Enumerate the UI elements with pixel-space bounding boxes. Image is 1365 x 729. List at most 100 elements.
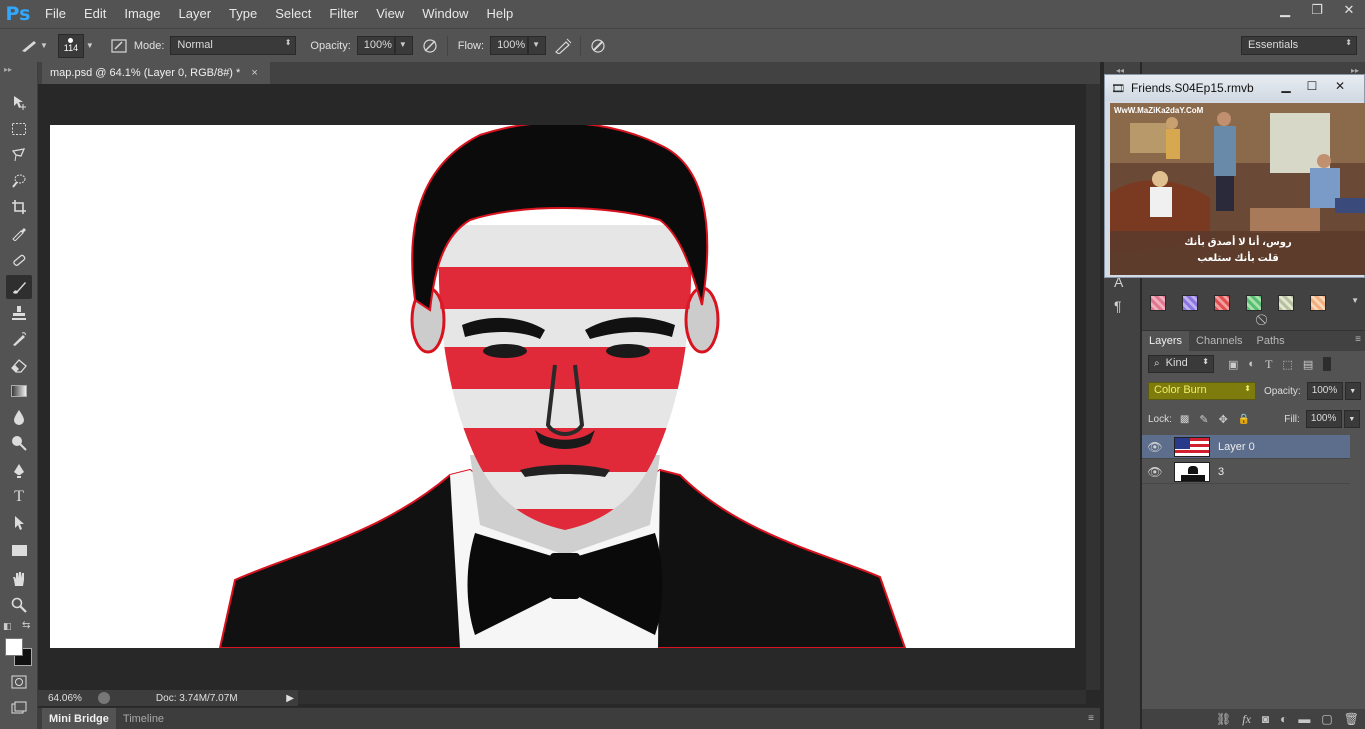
layer-name[interactable]: 3 [1218,466,1224,478]
video-minimize-button[interactable]: ▁ [1274,78,1298,94]
mode-select[interactable]: Normal ⬍ [170,36,297,55]
flow-input[interactable]: 100% [490,36,529,55]
tab-paths[interactable]: Paths [1250,331,1292,351]
dodge-tool-icon[interactable] [6,431,32,455]
menu-select[interactable]: Select [266,0,320,28]
brush-panel-toggle-icon[interactable] [108,35,130,57]
tab-mini-bridge[interactable]: Mini Bridge [42,707,116,729]
document-canvas[interactable] [50,125,1075,648]
vertical-scrollbar[interactable] [1086,84,1100,690]
hand-tool-icon[interactable] [6,567,32,591]
link-layers-icon[interactable]: ⛓ [1216,712,1231,726]
quick-selection-tool-icon[interactable] [6,169,32,193]
add-mask-icon[interactable]: ◙ [1262,712,1269,726]
style-swatch[interactable] [1278,295,1294,311]
eraser-tool-icon[interactable] [6,353,32,377]
collapse-arrows-icon[interactable]: ▸▸ [4,65,12,74]
chevron-down-icon[interactable]: ▼ [1344,382,1361,400]
opacity-dropdown[interactable]: ▼ [394,36,413,55]
restore-button[interactable]: ❐ [1301,0,1333,20]
brush-tool-icon[interactable] [6,275,32,299]
workspace-select[interactable]: Essentials ⬍ [1241,36,1357,55]
filter-shape-icon[interactable]: ⬚ [1282,358,1292,371]
path-selection-tool-icon[interactable] [6,511,32,535]
filter-smart-object-icon[interactable]: ▤ [1303,358,1313,371]
filter-pixel-icon[interactable]: ▣ [1228,358,1238,371]
minimize-button[interactable]: ▁ [1269,0,1301,20]
video-player-window[interactable]: 🎞 Friends.S04Ep15.rmvb ▁ ☐ ✕ WwW.MaZiKa2… [1104,74,1365,278]
visibility-eye-icon[interactable]: 👁 [1142,440,1168,454]
brush-size-picker[interactable]: 114 [57,33,84,58]
paragraph-panel-icon[interactable]: ¶ [1114,298,1122,314]
pen-tool-icon[interactable] [6,459,32,483]
layer-row[interactable]: 👁 3 [1142,460,1350,484]
filter-adjustment-icon[interactable]: ◐ [1248,358,1255,370]
new-group-icon[interactable]: ▬ [1298,712,1310,726]
pressure-size-icon[interactable] [587,35,609,57]
lock-all-icon[interactable]: 🔒 [1238,414,1250,425]
screen-mode-icon[interactable] [6,696,32,720]
eyedropper-tool-icon[interactable] [6,221,32,245]
visibility-eye-icon[interactable]: 👁 [1142,465,1168,479]
opacity-input[interactable]: 100% [356,36,395,55]
lasso-tool-icon[interactable] [6,143,32,167]
style-swatch[interactable] [1150,295,1166,311]
style-swatch[interactable] [1310,295,1326,311]
airbrush-icon[interactable] [552,35,574,57]
clone-stamp-tool-icon[interactable] [6,301,32,325]
layer-name[interactable]: Layer 0 [1218,441,1255,453]
video-maximize-button[interactable]: ☐ [1300,78,1324,94]
horizontal-scrollbar[interactable] [298,690,1086,704]
video-title-bar[interactable]: 🎞 Friends.S04Ep15.rmvb [1105,75,1364,101]
menu-layer[interactable]: Layer [170,0,221,28]
delete-layer-icon[interactable]: 🗑 [1344,712,1359,726]
menu-edit[interactable]: Edit [75,0,115,28]
fill-input[interactable]: 100% [1305,410,1342,428]
panel-menu-icon[interactable]: ≡ [1088,713,1094,724]
filter-type-icon[interactable]: T [1265,357,1272,372]
swap-colors-icon[interactable]: ⇆ [22,620,30,631]
gradient-tool-icon[interactable] [6,379,32,403]
zoom-tool-icon[interactable] [6,593,32,617]
menu-type[interactable]: Type [220,0,266,28]
menu-window[interactable]: Window [413,0,477,28]
type-tool-icon[interactable]: T [6,485,32,509]
tab-timeline[interactable]: Timeline [116,708,171,729]
filter-kind-select[interactable]: ⌕ Kind ⬍ [1148,355,1214,373]
zoom-level[interactable]: 64.06% [48,693,82,704]
adjustment-layer-icon[interactable]: ◐ [1280,712,1287,726]
foreground-color-swatch[interactable] [5,638,23,656]
chevron-down-icon[interactable]: ▼ [1343,410,1360,428]
lock-transparency-icon[interactable]: ▩ [1180,414,1189,425]
style-swatch[interactable] [1214,295,1230,311]
tab-layers[interactable]: Layers [1142,331,1190,351]
document-tab[interactable]: map.psd @ 64.1% (Layer 0, RGB/8#) * × [42,62,270,84]
chevron-down-icon[interactable]: ▼ [40,41,48,50]
layer-opacity-input[interactable]: 100% [1306,382,1343,400]
lock-pixels-icon[interactable]: ✎ [1199,413,1208,426]
brush-size-dropdown-icon[interactable]: ▼ [86,41,94,50]
menu-filter[interactable]: Filter [320,0,367,28]
layer-row[interactable]: 👁 Layer 0 [1142,435,1350,459]
style-swatch[interactable] [1246,295,1262,311]
rectangle-tool-icon[interactable] [6,538,32,562]
status-info-icon[interactable] [97,692,110,704]
crop-tool-icon[interactable] [6,195,32,219]
default-colors-icon[interactable]: ◧ [3,621,12,632]
close-tab-icon[interactable]: × [251,67,257,79]
history-brush-tool-icon[interactable] [6,327,32,351]
marquee-tool-icon[interactable] [6,117,32,141]
tab-channels[interactable]: Channels [1189,331,1249,351]
video-frame[interactable]: WwW.MaZiKa2daY.CoM روس، أنا لا أصدق بأنك… [1110,103,1365,275]
close-button[interactable]: ✕ [1333,0,1365,20]
move-tool-icon[interactable] [6,90,32,114]
status-menu-arrow-icon[interactable]: ▶ [286,693,294,704]
video-close-button[interactable]: ✕ [1328,78,1352,94]
style-swatch[interactable] [1182,295,1198,311]
menu-view[interactable]: View [367,0,413,28]
blur-tool-icon[interactable] [6,405,32,429]
styles-scroll-icon[interactable]: ▼ [1351,296,1359,305]
menu-help[interactable]: Help [477,0,522,28]
menu-file[interactable]: File [36,0,75,28]
flow-dropdown[interactable]: ▼ [528,36,547,55]
